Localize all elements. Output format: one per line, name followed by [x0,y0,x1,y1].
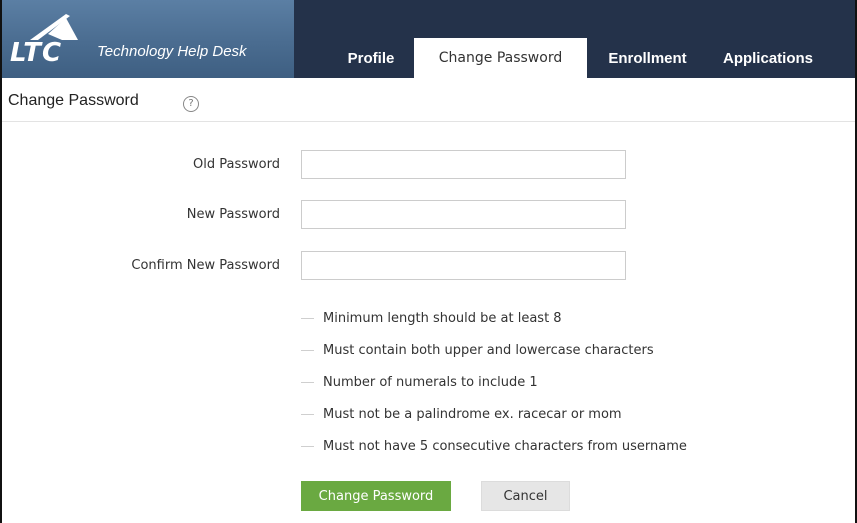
new-password-row: New Password [2,200,855,230]
confirm-password-row: Confirm New Password [2,251,855,281]
tab-enrollment[interactable]: Enrollment [587,38,708,78]
logo-text: LTC [10,38,63,68]
password-rule: Minimum length should be at least 8 [301,302,687,334]
password-rule: Must not be a palindrome ex. racecar or … [301,398,687,430]
old-password-row: Old Password [2,150,855,180]
app-window: LTC Technology Help Desk Profile Change … [0,0,857,523]
tab-applications[interactable]: Applications [708,38,828,78]
brand-logo[interactable]: LTC Technology Help Desk [2,0,294,78]
help-icon[interactable]: ? [183,96,199,112]
change-password-button[interactable]: Change Password [301,481,451,511]
password-rule: Must contain both upper and lowercase ch… [301,334,687,366]
rule-text: Must not be a palindrome ex. racecar or … [323,406,622,422]
confirm-password-input[interactable] [301,251,626,280]
rule-text: Minimum length should be at least 8 [323,310,562,326]
password-rule: Number of numerals to include 1 [301,366,687,398]
tab-profile[interactable]: Profile [328,38,414,78]
old-password-input[interactable] [301,150,626,179]
top-header: LTC Technology Help Desk Profile Change … [2,0,855,78]
brand-subtitle: Technology Help Desk [97,43,247,60]
confirm-password-label: Confirm New Password [131,258,280,273]
rule-text: Number of numerals to include 1 [323,374,538,390]
dash-icon [301,349,314,351]
main-tabs: Profile Change Password Enrollment Appli… [328,38,828,78]
rule-text: Must not have 5 consecutive characters f… [323,438,687,454]
page-title: Change Password [8,92,139,109]
new-password-input[interactable] [301,200,626,229]
dash-icon [301,413,314,415]
page-header: Change Password ? [2,78,855,122]
tab-change-password[interactable]: Change Password [414,38,587,78]
password-rule: Must not have 5 consecutive characters f… [301,430,687,462]
dash-icon [301,445,314,447]
old-password-label: Old Password [193,157,280,172]
cancel-button[interactable]: Cancel [481,481,570,511]
password-rules-list: Minimum length should be at least 8 Must… [301,302,687,462]
rule-text: Must contain both upper and lowercase ch… [323,342,654,358]
new-password-label: New Password [186,207,280,222]
dash-icon [301,381,314,383]
dash-icon [301,317,314,319]
